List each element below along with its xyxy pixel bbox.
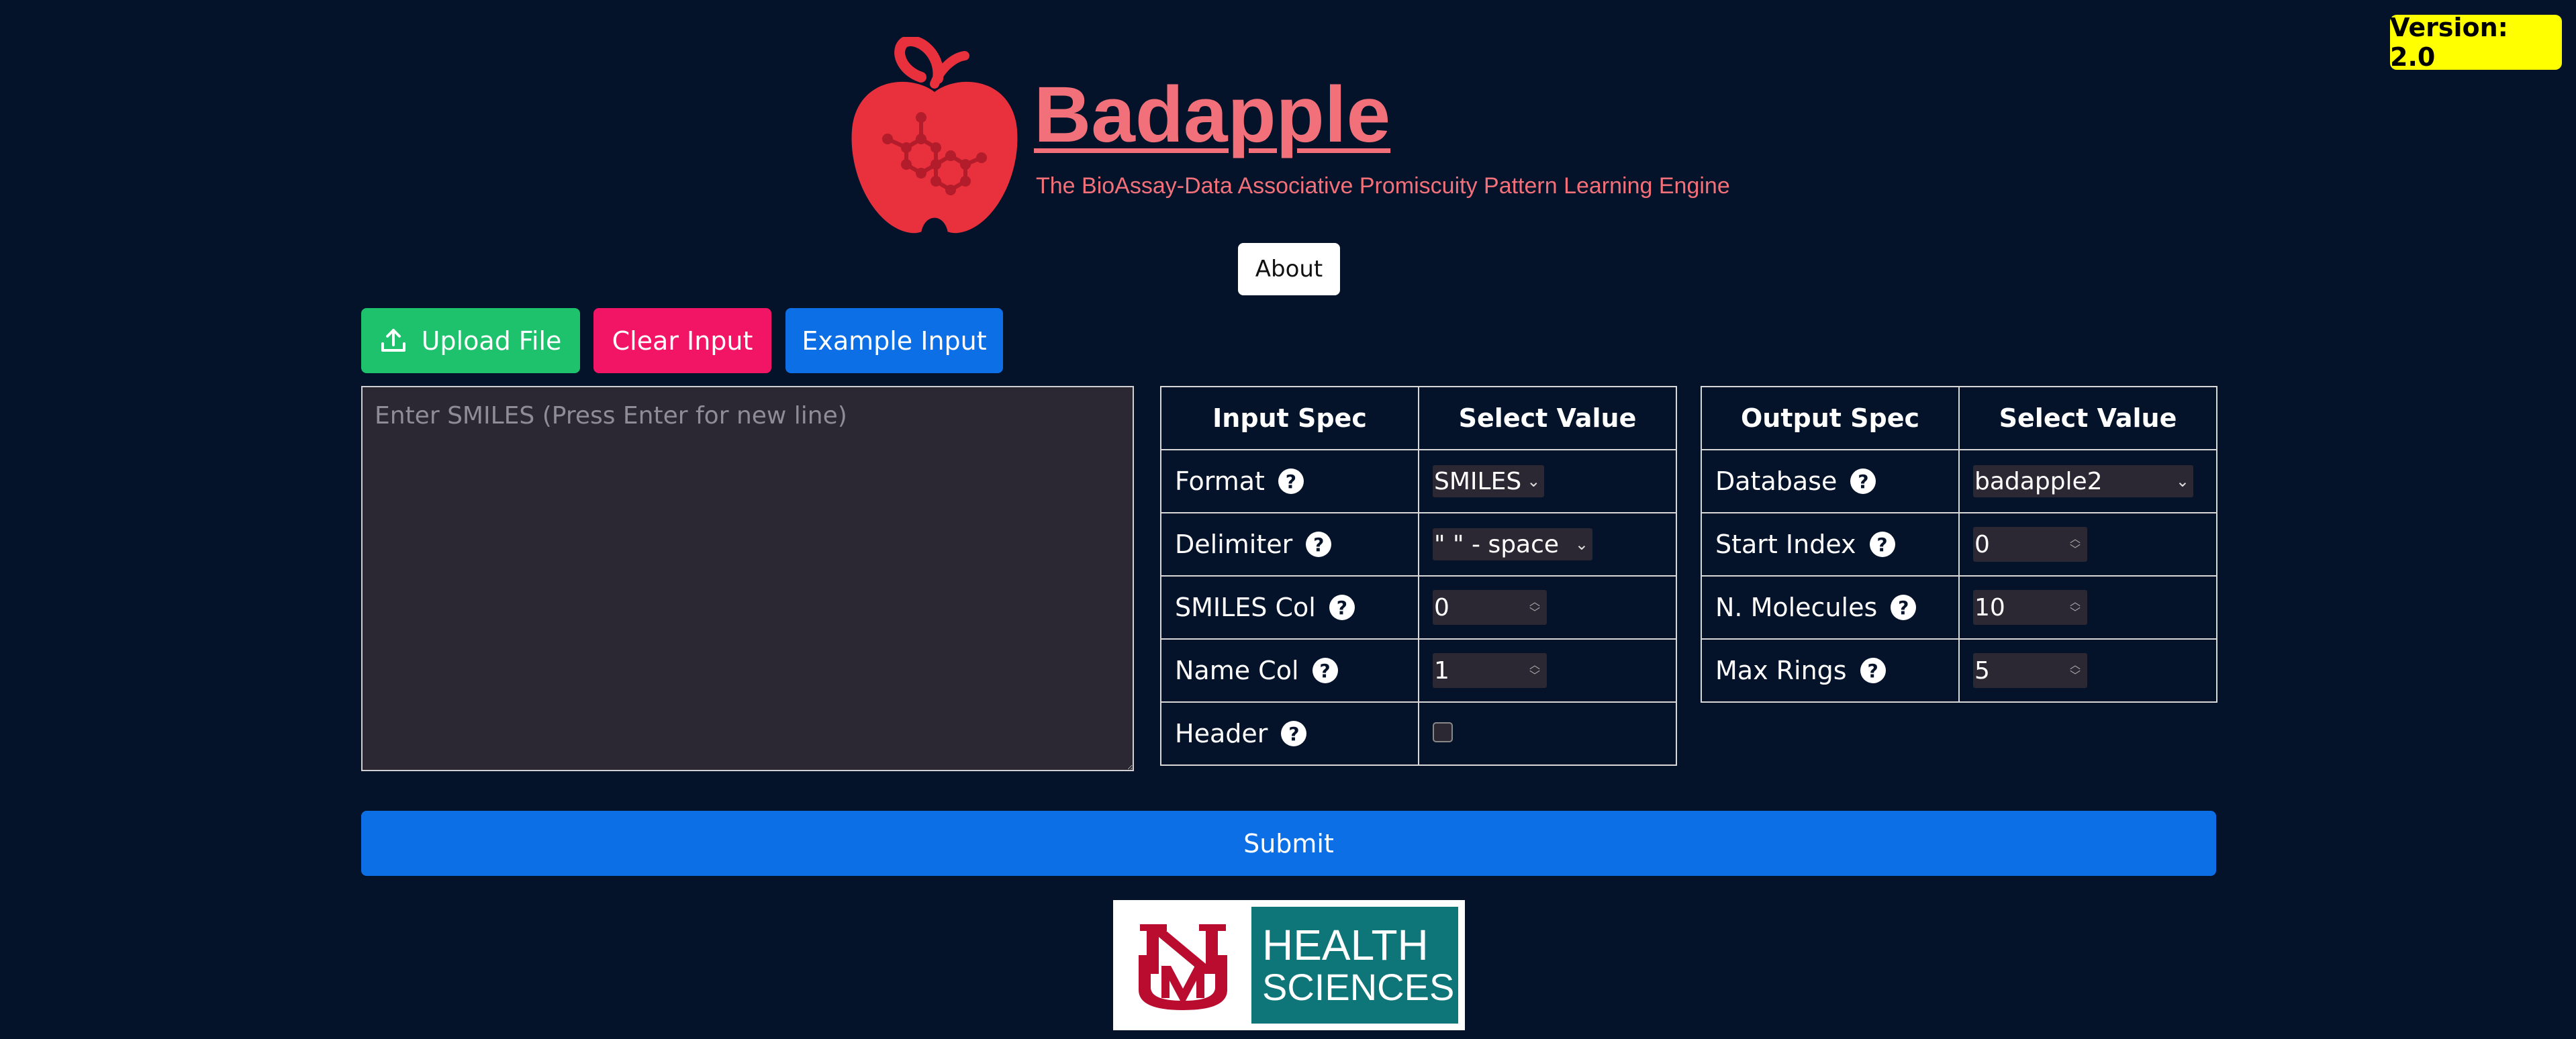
version-label: Version: 2.0: [2390, 13, 2508, 72]
chevron-down-icon: ⌄: [2175, 472, 2189, 491]
apple-molecule-logo: [851, 37, 1018, 234]
chevron-down-icon: ⌄: [1527, 472, 1541, 491]
delimiter-value: " " - space: [1434, 530, 1560, 558]
delimiter-label: Delimiter: [1175, 530, 1293, 559]
spinner-icon[interactable]: ︿ ﹀: [2070, 597, 2081, 618]
help-icon[interactable]: ?: [1312, 658, 1338, 683]
table-row: Header ?: [1160, 701, 1677, 766]
help-icon[interactable]: ?: [1278, 468, 1304, 494]
n-molecules-input[interactable]: 10 ︿ ﹀: [1973, 590, 2087, 625]
smiles-col-value: 0: [1434, 593, 1449, 622]
clear-input-button[interactable]: Clear Input: [593, 308, 771, 373]
upload-file-button[interactable]: Upload File: [361, 308, 580, 373]
input-spec-header: Input Spec: [1160, 386, 1419, 450]
help-icon[interactable]: ?: [1891, 595, 1917, 620]
header-label: Header: [1175, 719, 1268, 748]
start-index-label: Start Index: [1715, 530, 1856, 559]
help-icon[interactable]: ?: [1306, 532, 1332, 557]
spinner-icon[interactable]: ︿ ﹀: [2070, 534, 2081, 555]
version-badge: Version: 2.0: [2390, 13, 2562, 72]
max-rings-label: Max Rings: [1715, 656, 1847, 685]
delimiter-select[interactable]: " " - space ⌄: [1433, 528, 1592, 560]
table-row: Delimiter ? " " - space ⌄: [1160, 512, 1677, 577]
output-spec-table: Output Spec Select Value Database ? bada…: [1701, 386, 2217, 703]
upload-file-label: Upload File: [421, 326, 562, 356]
unm-logo-line2: SCIENCES: [1262, 966, 1455, 1009]
output-spec-header: Output Spec: [1701, 386, 1960, 450]
smiles-col-label: SMILES Col: [1175, 593, 1316, 622]
app-subtitle: The BioAssay-Data Associative Promiscuit…: [1036, 173, 1730, 199]
output-value-header: Select Value: [1958, 386, 2217, 450]
app-title[interactable]: Badapple: [1034, 75, 1390, 154]
example-input-button[interactable]: Example Input: [785, 308, 1003, 373]
n-molecules-label: N. Molecules: [1715, 593, 1878, 622]
example-input-label: Example Input: [802, 326, 987, 356]
spinner-icon[interactable]: ︿ ﹀: [1529, 660, 1540, 681]
table-row: Name Col ? 1 ︿ ﹀: [1160, 638, 1677, 703]
database-select[interactable]: badapple2 ⌄: [1973, 465, 2193, 497]
format-label: Format: [1175, 466, 1265, 496]
help-icon[interactable]: ?: [1281, 721, 1307, 746]
upload-icon: [381, 328, 406, 352]
database-label: Database: [1715, 466, 1838, 496]
format-select[interactable]: SMILES ⌄: [1433, 465, 1544, 497]
input-value-header: Select Value: [1418, 386, 1677, 450]
about-button-label: About: [1255, 256, 1323, 283]
table-row: SMILES Col ? 0 ︿ ﹀: [1160, 575, 1677, 640]
table-row: Format ? SMILES ⌄: [1160, 449, 1677, 513]
help-icon[interactable]: ?: [1329, 595, 1355, 620]
unm-health-sciences-logo[interactable]: HEALTH SCIENCES: [1113, 900, 1465, 1030]
table-row: N. Molecules ? 10 ︿ ﹀: [1701, 575, 2217, 640]
unm-logo-text: HEALTH SCIENCES: [1251, 921, 1458, 1009]
header-checkbox[interactable]: [1433, 722, 1453, 742]
clear-input-label: Clear Input: [612, 326, 753, 356]
start-index-value: 0: [1974, 530, 1990, 558]
unm-logo-line1: HEALTH: [1262, 921, 1429, 969]
spinner-icon[interactable]: ︿ ﹀: [1529, 597, 1540, 618]
name-col-value: 1: [1434, 656, 1449, 685]
submit-button[interactable]: Submit: [361, 811, 2216, 876]
n-molecules-value: 10: [1974, 593, 2005, 622]
about-button[interactable]: About: [1238, 243, 1340, 295]
max-rings-value: 5: [1974, 656, 1990, 685]
help-icon[interactable]: ?: [1869, 532, 1895, 557]
name-col-label: Name Col: [1175, 656, 1299, 685]
smiles-input[interactable]: [361, 386, 1134, 771]
database-value: badapple2: [1974, 467, 2103, 495]
max-rings-input[interactable]: 5 ︿ ﹀: [1973, 653, 2087, 688]
help-icon[interactable]: ?: [1860, 658, 1886, 683]
unm-logo-panel: HEALTH SCIENCES: [1120, 907, 1458, 1024]
chevron-down-icon: ⌄: [1574, 535, 1588, 554]
submit-label: Submit: [1243, 828, 1334, 858]
format-value: SMILES: [1434, 467, 1522, 495]
unm-monogram-icon: [1120, 907, 1251, 1024]
help-icon[interactable]: ?: [1850, 468, 1876, 494]
table-row: Start Index ? 0 ︿ ﹀: [1701, 512, 2217, 577]
unm-monogram: [1139, 924, 1227, 1010]
start-index-input[interactable]: 0 ︿ ﹀: [1973, 527, 2087, 562]
spinner-icon[interactable]: ︿ ﹀: [2070, 660, 2081, 681]
table-row: Max Rings ? 5 ︿ ﹀: [1701, 638, 2217, 703]
smiles-col-input[interactable]: 0 ︿ ﹀: [1433, 590, 1547, 625]
table-row: Database ? badapple2 ⌄: [1701, 449, 2217, 513]
name-col-input[interactable]: 1 ︿ ﹀: [1433, 653, 1547, 688]
input-spec-table: Input Spec Select Value Format ? SMILES …: [1160, 386, 1677, 766]
